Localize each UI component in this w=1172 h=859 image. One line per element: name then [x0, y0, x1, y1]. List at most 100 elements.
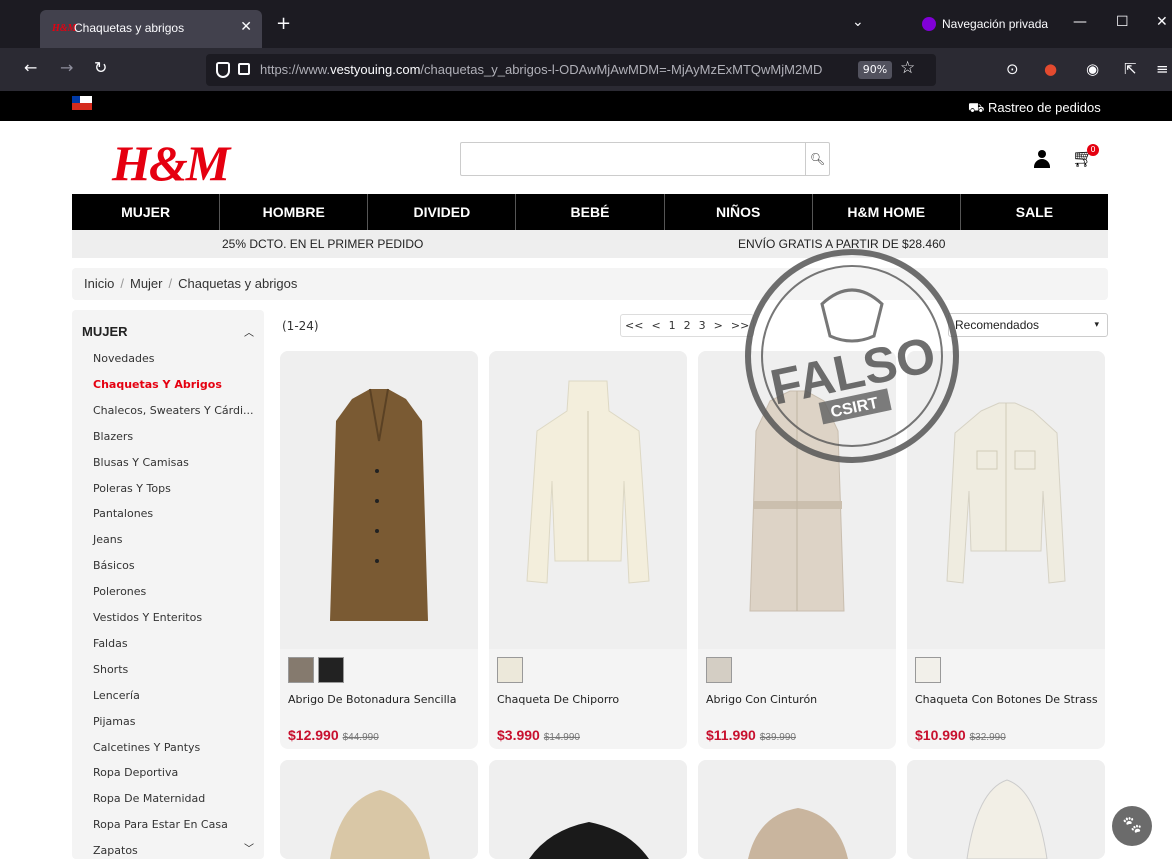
order-tracking-link[interactable]: ⛟ Rastreo de pedidos — [968, 100, 1101, 118]
product-card[interactable] — [698, 760, 896, 859]
user-icon[interactable] — [1034, 150, 1050, 168]
maximize-icon[interactable]: ☐ — [1116, 14, 1129, 30]
menu-item-sale[interactable]: SALE — [961, 194, 1108, 230]
product-image[interactable] — [907, 760, 1105, 859]
product-card[interactable] — [489, 760, 687, 859]
sidebar-heading[interactable]: MUJER — [82, 324, 128, 339]
sidebar-item[interactable]: Ropa Deportiva — [93, 766, 178, 779]
sidebar-item[interactable]: Blazers — [93, 430, 133, 443]
forward-icon[interactable]: → — [60, 60, 73, 76]
share-icon[interactable]: ⇱ — [1124, 60, 1137, 78]
sidebar-item[interactable]: Calcetines Y Pantys — [93, 741, 200, 754]
sidebar-item[interactable]: Chalecos, Sweaters Y Cárdi... — [93, 404, 254, 417]
product-name[interactable]: Chaqueta Con Botones De Strass — [915, 693, 1098, 706]
page-1[interactable]: 1 — [665, 315, 680, 336]
product-image[interactable] — [698, 760, 896, 859]
menu-item-hombre[interactable]: HOMBRE — [220, 194, 369, 230]
menu-item-ninos[interactable]: NIÑOS — [665, 194, 813, 230]
product-name[interactable]: Chaqueta De Chiporro — [497, 693, 619, 706]
reload-icon[interactable]: ↻ — [94, 60, 107, 76]
menu-item-divided[interactable]: DIVIDED — [368, 194, 517, 230]
chevron-down-icon[interactable]: ⌄ — [852, 14, 864, 30]
sidebar-item[interactable]: Lencería — [93, 689, 140, 702]
product-price: $10.990 $32.990 — [915, 727, 1006, 743]
url-text[interactable]: https://www.vestyouing.com/chaquetas_y_a… — [260, 62, 845, 77]
product-image[interactable] — [280, 760, 478, 859]
sidebar-item[interactable]: Vestidos Y Enteritos — [93, 611, 202, 624]
product-price: $3.990 $14.990 — [497, 727, 580, 743]
pagination: << < 1 2 3 > >> — [620, 314, 755, 337]
product-name[interactable]: Abrigo Con Cinturón — [706, 693, 817, 706]
private-browsing-label: Navegación privada — [942, 17, 1049, 31]
product-card[interactable]: Abrigo De Botonadura Sencilla $12.990 $44… — [280, 351, 478, 749]
paw-icon[interactable]: 🐾︎ — [1112, 806, 1152, 846]
product-name[interactable]: Abrigo De Botonadura Sencilla — [288, 693, 456, 706]
color-swatch[interactable] — [706, 657, 732, 683]
product-image — [966, 779, 1048, 859]
sidebar-item[interactable]: Ropa Para Estar En Casa — [93, 818, 228, 831]
product-image[interactable] — [489, 351, 687, 649]
product-card[interactable]: Chaqueta De Chiporro $3.990 $14.990 — [489, 351, 687, 749]
browser-tab[interactable]: H&M Chaquetas y abrigos ✕ — [40, 10, 262, 48]
lock-icon[interactable] — [238, 63, 250, 75]
menu-item-bebe[interactable]: BEBÉ — [516, 194, 665, 230]
zoom-level[interactable]: 90% — [858, 61, 892, 79]
close-icon[interactable]: ✕ — [240, 19, 252, 35]
sidebar-item[interactable]: Básicos — [93, 559, 135, 572]
page-first[interactable]: << — [621, 315, 647, 336]
original-price: $44.990 — [342, 732, 379, 743]
chevron-down-icon[interactable]: ﹀ — [244, 840, 254, 855]
sidebar-item[interactable]: Pantalones — [93, 507, 153, 520]
new-tab-icon[interactable]: + — [276, 15, 291, 33]
back-icon[interactable]: ← — [24, 60, 37, 76]
sidebar-item[interactable]: Shorts — [93, 663, 128, 676]
addon-icon[interactable]: ◉ — [1086, 60, 1099, 78]
url-bar[interactable]: https://www.vestyouing.com/chaquetas_y_a… — [206, 54, 936, 86]
page-2[interactable]: 2 — [680, 315, 695, 336]
sidebar-item[interactable]: Zapatos — [93, 844, 138, 857]
product-price: $12.990 $44.990 — [288, 727, 379, 743]
menu-item-hm-home[interactable]: H&M HOME — [813, 194, 961, 230]
product-card[interactable] — [280, 760, 478, 859]
sidebar-item[interactable]: Novedades — [93, 352, 154, 365]
shield-icon[interactable] — [216, 62, 230, 78]
original-price: $32.990 — [969, 732, 1006, 743]
product-image[interactable] — [489, 760, 687, 859]
window-close-icon[interactable]: ✕ — [1156, 14, 1168, 30]
menu-item-mujer[interactable]: MUJER — [72, 194, 221, 230]
search-input[interactable]: 🔍︎ — [460, 142, 830, 176]
sidebar-item[interactable]: Ropa De Maternidad — [93, 792, 205, 805]
product-image — [748, 808, 848, 859]
color-swatch[interactable] — [915, 657, 941, 683]
page-next[interactable]: > — [710, 315, 727, 336]
page-prev[interactable]: < — [647, 315, 664, 336]
color-swatch[interactable] — [318, 657, 344, 683]
logo[interactable]: H&M — [112, 138, 230, 188]
sidebar-item[interactable]: Chaquetas Y Abrigos — [93, 378, 222, 391]
bookmark-star-icon[interactable]: ☆ — [900, 58, 915, 78]
page-3[interactable]: 3 — [695, 315, 710, 336]
sidebar-item[interactable]: Jeans — [93, 533, 122, 546]
color-swatch[interactable] — [288, 657, 314, 683]
product-image[interactable] — [280, 351, 478, 649]
sidebar-item[interactable]: Pijamas — [93, 715, 135, 728]
color-swatch[interactable] — [497, 657, 523, 683]
extension-icon[interactable]: ● — [1044, 60, 1057, 78]
breadcrumb-home[interactable]: Inicio — [84, 276, 114, 291]
chile-flag-icon[interactable] — [72, 96, 92, 110]
breadcrumb-mujer[interactable]: Mujer — [130, 276, 163, 291]
minimize-icon[interactable]: — — [1073, 14, 1087, 30]
chevron-up-icon[interactable]: ︿ — [244, 324, 254, 339]
product-card[interactable] — [907, 760, 1105, 859]
original-price: $14.990 — [543, 732, 580, 743]
coat-of-arms-icon — [820, 288, 884, 343]
menu-icon[interactable]: ≡ — [1156, 60, 1169, 78]
sidebar-item[interactable]: Blusas Y Camisas — [93, 456, 189, 469]
sidebar-item[interactable]: Polerones — [93, 585, 146, 598]
search-icon[interactable]: 🔍︎ — [805, 143, 829, 175]
sidebar-item[interactable]: Faldas — [93, 637, 128, 650]
product-image — [526, 380, 650, 584]
sidebar-item[interactable]: Poleras Y Tops — [93, 482, 171, 495]
sort-select[interactable]: Recomendados ▾ — [948, 313, 1108, 337]
pocket-icon[interactable]: ⊙ — [1006, 60, 1019, 78]
